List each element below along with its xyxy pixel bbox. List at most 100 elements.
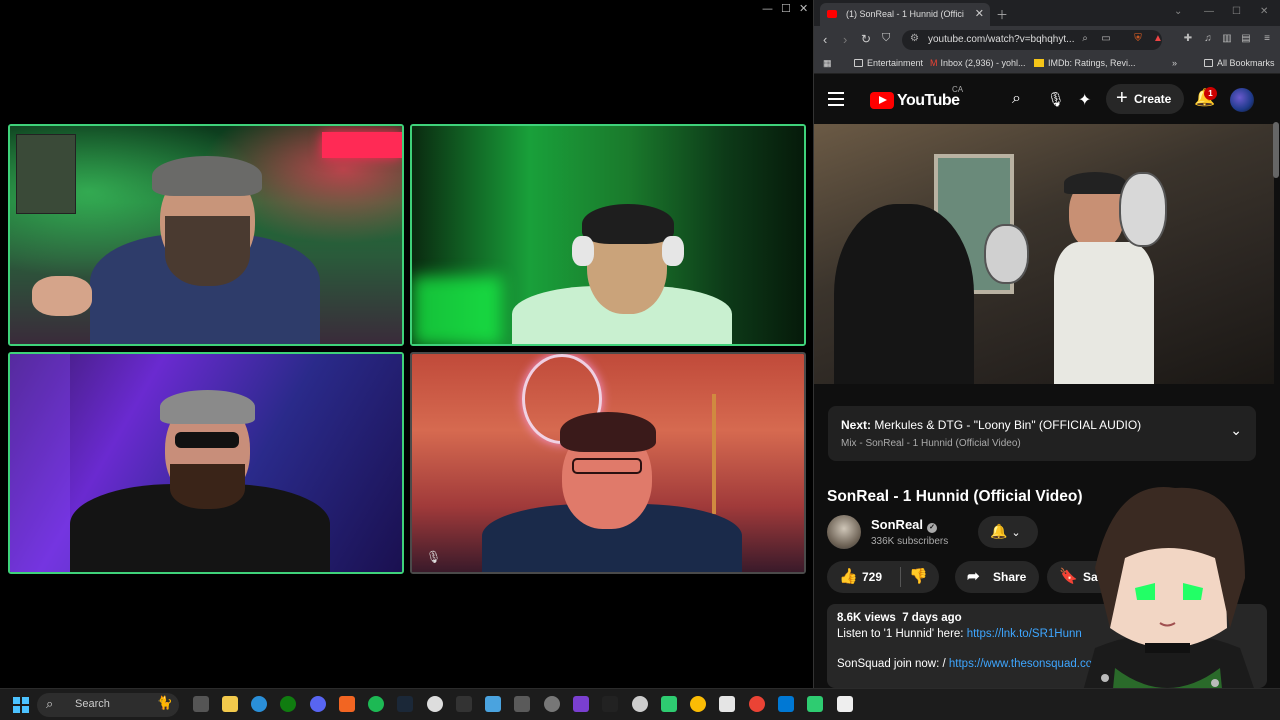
tab-close-icon[interactable]: ✕ (975, 7, 984, 20)
hamburger-menu-icon[interactable] (828, 92, 844, 106)
edge-browser-icon[interactable] (251, 696, 267, 712)
player-scene-figure-left (834, 204, 974, 384)
ai-sparkle-icon[interactable]: ✦ (1078, 90, 1091, 110)
subscriber-count: 336K subscribers (871, 536, 949, 547)
description-text: Listen to '1 Hunnid' here: (837, 628, 967, 640)
bookmark-label: All Bookmarks (1217, 58, 1275, 68)
xbox-icon[interactable] (280, 696, 296, 712)
chevron-down-icon[interactable]: ⌄ (1230, 422, 1242, 439)
brave-rewards-icon[interactable]: ▲ (1152, 33, 1164, 45)
thumbs-down-icon[interactable]: 👎 (909, 567, 928, 585)
extensions-icon[interactable]: ✚ (1182, 33, 1194, 45)
close-icon[interactable]: ✕ (799, 2, 808, 15)
description-text: SonSquad join now: / (837, 658, 949, 670)
tab-bar: (1) SonReal - 1 Hunnid (Offici ✕ ＋ ⌄ — ☐… (814, 0, 1280, 26)
participant-tile-4[interactable]: 🎙 (410, 352, 806, 574)
next-label: Next: (841, 418, 872, 432)
new-tab-icon[interactable]: ＋ (996, 6, 1008, 23)
brave-shield-icon[interactable]: ⛨ (1132, 33, 1144, 45)
spotify-icon[interactable] (368, 696, 384, 712)
share-button[interactable]: ➦ Share (955, 561, 1039, 593)
up-next-card[interactable]: Next: Merkules & DTG - "Loony Bin" (OFFI… (828, 406, 1256, 461)
clipchamp-icon[interactable] (573, 696, 589, 712)
channel-name: SonReal (871, 517, 924, 532)
bookmark-icon[interactable]: ⛉ (882, 32, 890, 45)
app-icon[interactable] (778, 696, 794, 712)
page-scrollbar[interactable] (1273, 122, 1279, 178)
site-info-icon[interactable]: ⚙ (910, 33, 919, 44)
zoom-icon[interactable]: ⌕ (1079, 33, 1091, 45)
sidebar-icon[interactable]: ▥ (1221, 33, 1233, 45)
maximize-icon[interactable]: ☐ (1232, 6, 1241, 17)
obs-icon[interactable] (427, 696, 443, 712)
apps-icon[interactable]: ▦ (823, 58, 832, 69)
cast-icon[interactable]: ▭ (1100, 33, 1112, 45)
account-avatar[interactable] (1230, 88, 1254, 112)
close-icon[interactable]: ✕ (1260, 6, 1268, 17)
vtuber-avatar-overlay (1055, 478, 1280, 720)
steelseries-icon[interactable] (632, 696, 648, 712)
epic-games-icon[interactable] (456, 696, 472, 712)
maximize-icon[interactable]: ☐ (781, 2, 791, 15)
browser-tab[interactable]: (1) SonReal - 1 Hunnid (Offici ✕ (820, 3, 990, 26)
all-bookmarks[interactable]: All Bookmarks (1204, 58, 1275, 68)
bookmark-label: Inbox (2,936) - yohl... (940, 58, 1026, 68)
streamer-app-icon[interactable] (661, 696, 677, 712)
taskbar-search[interactable]: ⌕ Search 🐈 (37, 693, 179, 717)
video-call-window: — ☐ ✕ 🎙 (0, 0, 813, 688)
create-button[interactable]: + Create (1106, 84, 1184, 114)
bell-icon: 🔔 (990, 523, 1008, 539)
brave-browser-icon[interactable] (339, 696, 355, 712)
create-label: Create (1134, 92, 1172, 106)
video-title: SonReal - 1 Hunnid (Official Video) (827, 488, 1083, 505)
minimize-icon[interactable]: — (1204, 6, 1214, 17)
thumbs-up-icon[interactable]: 👍 (839, 567, 858, 585)
wallet-icon[interactable]: ▤ (1240, 33, 1252, 45)
bookmark-gmail[interactable]: M Inbox (2,936) - yohl... (930, 58, 1026, 68)
minimize-icon[interactable]: — (762, 2, 773, 15)
windows-start-icon[interactable] (13, 697, 29, 713)
task-view-icon[interactable] (193, 696, 209, 712)
channel-name-row[interactable]: SonReal ✓ (871, 517, 938, 533)
next-subtitle: Mix - SonReal - 1 Hunnid (Official Video… (841, 438, 1021, 449)
region-code: CA (952, 85, 964, 94)
streamer-app-icon[interactable] (807, 696, 823, 712)
search-icon[interactable]: ⌕ (1012, 90, 1021, 108)
discord-icon[interactable] (310, 696, 326, 712)
participant-tile-1[interactable] (8, 124, 404, 346)
participant-tile-3[interactable] (8, 352, 404, 574)
channel-avatar[interactable] (827, 515, 861, 549)
bookmark-imdb[interactable]: IMDb: Ratings, Revi... (1034, 58, 1136, 68)
terminal-icon[interactable] (602, 696, 618, 712)
tab-search-icon[interactable]: ⌄ (1174, 6, 1182, 17)
file-explorer-icon[interactable] (222, 696, 238, 712)
bookmark-entertainment[interactable]: Entertainment (854, 58, 923, 68)
microphone-icon[interactable]: 🎙 (1047, 91, 1065, 108)
app-icon[interactable] (514, 696, 530, 712)
verified-icon: ✓ (927, 523, 938, 533)
app-icon[interactable] (719, 696, 735, 712)
notification-badge: 1 (1204, 87, 1217, 100)
like-count[interactable]: 729 (862, 570, 882, 584)
more-bookmarks-icon[interactable]: » (1172, 58, 1177, 68)
steam-icon[interactable] (397, 696, 413, 712)
notepad-icon[interactable] (485, 696, 501, 712)
anime-character-icon (1075, 487, 1265, 720)
settings-icon[interactable] (544, 696, 560, 712)
address-bar[interactable]: ⚙ youtube.com/watch?v=bqhqhyt... (902, 30, 1162, 50)
media-icon[interactable]: ♫ (1202, 33, 1214, 45)
active-window-icon[interactable] (837, 696, 853, 712)
reload-icon[interactable]: ↻ (861, 32, 871, 46)
folder-icon (1204, 59, 1213, 67)
plus-icon: + (1116, 87, 1128, 109)
forward-icon[interactable]: › (843, 32, 847, 47)
back-icon[interactable]: ‹ (823, 32, 827, 47)
chrome-icon[interactable] (690, 696, 706, 712)
youtube-header: YouTube CA ⌕ 🎙 ✦ + Create 🔔 1 (814, 78, 1280, 122)
participant-tile-2[interactable] (410, 124, 806, 346)
chrome-profile-icon[interactable] (749, 696, 765, 712)
video-player[interactable] (814, 124, 1274, 384)
youtube-wordmark: YouTube (897, 92, 960, 109)
browser-menu-icon[interactable]: ≡ (1261, 33, 1273, 45)
subscription-bell-button[interactable]: 🔔 ⌄ (978, 516, 1038, 548)
